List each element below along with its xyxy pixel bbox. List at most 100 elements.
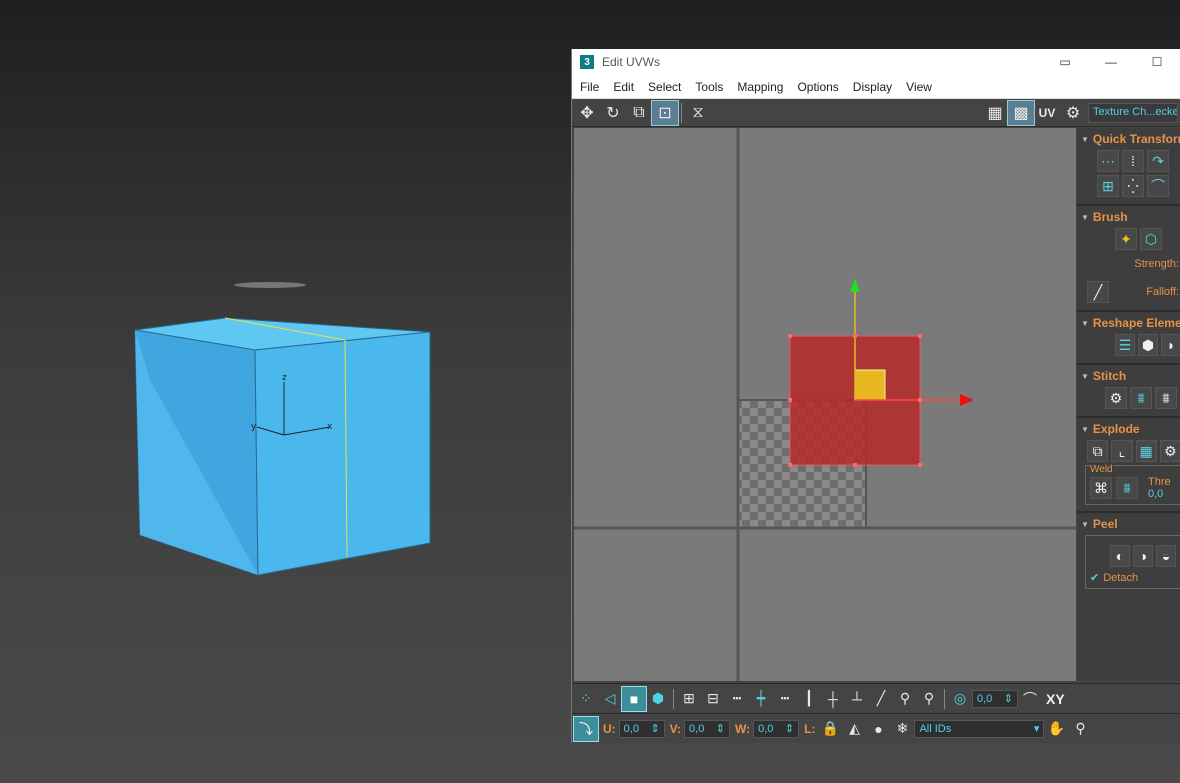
mirror-icon[interactable]: ⧖ [685,101,711,125]
ids-dropdown[interactable]: All IDs ▾ [914,719,1045,738]
edge-ring-icon[interactable]: ┴ [845,687,869,711]
align-horizontal-icon[interactable]: ⋯ [1097,150,1119,172]
detach-label: Detach [1103,571,1139,584]
title-bar[interactable]: 3 Edit UVWs ▭ — ☐ [572,49,1180,75]
rotate-cw-icon[interactable]: ↷ [1147,150,1169,172]
minimize-button[interactable]: — [1088,55,1134,69]
zoom-icon[interactable]: ⚲ [1068,717,1092,741]
restore-icon[interactable]: ▭ [1042,55,1088,69]
paint-brush-icon[interactable]: ✦ [1115,228,1137,250]
edit-uvws-window[interactable]: 3 Edit UVWs ▭ — ☐ File Edit Select Tools… [571,49,1180,743]
gizmo-y-arrow[interactable] [850,278,860,292]
scale-icon[interactable]: ⧉ [626,101,652,125]
peel-pelt-icon[interactable]: ◑ [1133,545,1153,567]
freeform-icon[interactable]: ⊡ [651,99,679,126]
ring-grow-icon[interactable]: ┃ [797,687,821,711]
menu-display[interactable]: Display [853,80,892,94]
straighten-icon[interactable]: ☰ [1115,334,1135,356]
maximize-button[interactable]: ☐ [1134,55,1180,69]
v-value: 0,0 [689,722,705,735]
space-icon[interactable]: ⁛ [1122,175,1144,197]
checker-alt-icon[interactable]: ▩ [1007,99,1035,126]
uv-editor-canvas[interactable] [574,128,1076,681]
brush-line-icon[interactable]: ╱ [1087,281,1109,303]
loop-grow-icon[interactable]: ┿ [749,687,773,711]
stitch-header[interactable]: ▼ Stitch [1081,369,1180,383]
face-mode-icon[interactable]: ■ [621,685,647,712]
flatten-by-id-icon[interactable]: ▦ [1135,440,1157,462]
visibility-icon[interactable]: ● [866,717,890,741]
move-icon[interactable]: ✥ [574,101,600,125]
relax-brush-icon[interactable]: ⬡ [1140,228,1162,250]
edge-loop-icon[interactable]: ┼ [821,687,845,711]
flatten-icon[interactable]: ◗ [1161,334,1180,356]
perspective-viewport[interactable]: z x y [0,0,572,783]
menu-file[interactable]: File [580,80,599,94]
peel-rollout: ▼ Peel ◐ ◑ ◒ ✔ Detach [1077,513,1180,595]
weld-selected-icon[interactable]: ⌘ [1090,477,1112,499]
reshape-title: Reshape Elements [1092,316,1180,330]
explode-more-icon[interactable]: ⚙ [1159,440,1180,462]
arc-icon[interactable]: ⌒ [1147,175,1169,197]
absolute-mode-icon[interactable]: ⤵ [573,715,599,742]
shrink-select-icon[interactable]: ⊟ [701,687,725,711]
falloff-spinner[interactable]: 0,0 ⇕ [972,689,1018,708]
explode-header[interactable]: ▼ Explode [1081,422,1180,436]
align-vertical-icon[interactable]: ⁞ [1122,150,1144,172]
uv-toggle[interactable]: UV [1034,101,1060,125]
element-mode-icon[interactable]: ⬢ [646,687,670,711]
stitch-source-icon[interactable]: ⩩ [1130,387,1152,409]
uv-grid [574,128,1076,681]
w-field[interactable]: 0,0 ⇕ [753,719,800,738]
menu-tools[interactable]: Tools [695,80,723,94]
paint-select-icon[interactable]: ╱ [869,687,893,711]
menu-mapping[interactable]: Mapping [737,80,783,94]
u-field[interactable]: 0,0 ⇕ [618,719,665,738]
rotate-icon[interactable]: ↻ [600,101,626,125]
pan-icon[interactable]: ✋ [1044,717,1068,741]
stitch-target-icon[interactable]: ⩩ [1155,387,1177,409]
peel-reset-icon[interactable]: ◒ [1156,545,1176,567]
checker-icon[interactable]: ▦ [982,101,1008,125]
loop-select-icon[interactable]: ┅ [725,687,749,711]
detach-edges-icon[interactable]: ⌞ [1111,440,1133,462]
v-field[interactable]: 0,0 ⇕ [684,719,731,738]
peel-header[interactable]: ▼ Peel [1081,517,1180,531]
texture-settings-icon[interactable]: ⚙ [1060,101,1086,125]
menu-bar: File Edit Select Tools Mapping Options D… [572,75,1180,99]
relax-icon[interactable]: ⬢ [1138,334,1158,356]
freeze-icon[interactable]: ❄ [890,717,914,741]
pivot-icon[interactable]: ⊞ [1097,175,1119,197]
texture-dropdown[interactable]: Texture Ch...ecke [1088,102,1178,123]
cube-front-face[interactable] [254,331,431,576]
lock-icon[interactable]: 🔒 [818,717,842,741]
menu-select[interactable]: Select [648,80,681,94]
edge-mode-icon[interactable]: ◁ [598,687,622,711]
paint-enlarge-icon[interactable]: ⚲ [893,687,917,711]
peel-quick-icon[interactable]: ◐ [1110,545,1130,567]
stitch-rollout: ▼ Stitch ⚙ ⩩ ⩩ [1077,365,1180,418]
hide-icon[interactable]: ◭ [842,717,866,741]
gizmo-center-square[interactable] [854,369,886,401]
grow-select-icon[interactable]: ⊞ [677,687,701,711]
falloff-curve-icon[interactable]: ⌒ [1018,687,1042,711]
menu-view[interactable]: View [906,80,932,94]
stitch-custom-icon[interactable]: ⚙ [1105,387,1127,409]
detach-checkbox[interactable]: ✔ [1090,571,1099,584]
break-icon[interactable]: ⧉ [1087,440,1109,462]
gizmo-x-arrow[interactable] [960,394,974,406]
weld-target-icon[interactable]: ⩩ [1116,477,1138,499]
menu-edit[interactable]: Edit [613,80,634,94]
explode-rollout: ▼ Explode ⧉ ⌞ ▦ ⚙ Weld ⌘ ⩩ Thre 0,0 [1077,418,1180,513]
ring-select-icon[interactable]: ┅ [773,687,797,711]
soft-select-icon[interactable]: ◎ [948,687,972,711]
quick-transform-rollout: ▼ Quick Transform ⋯ ⁞ ↷ ⊞ ⁛ ⌒ [1077,128,1180,206]
paint-shrink-icon[interactable]: ⚲ [917,687,941,711]
vertex-mode-icon[interactable]: ⁘ [574,687,598,711]
xy-toggle[interactable]: XY [1046,691,1065,707]
threshold-value[interactable]: 0,0 [1148,488,1173,500]
brush-header[interactable]: ▼ Brush [1081,210,1180,224]
menu-options[interactable]: Options [797,80,838,94]
reshape-header[interactable]: ▼Reshape Elements [1081,316,1180,330]
quick-transform-header[interactable]: ▼ Quick Transform [1081,132,1180,146]
